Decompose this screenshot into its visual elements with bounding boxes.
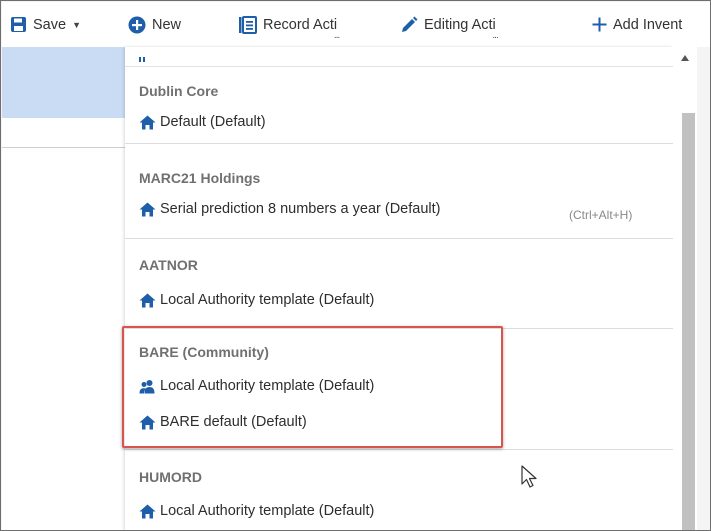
- group-title: Dublin Core: [139, 83, 219, 99]
- menu-item-label: Serial prediction 8 numbers a year (Defa…: [160, 201, 441, 217]
- menu-item-label: Local Authority template (Default): [160, 292, 375, 308]
- menu-group-bare-community: BARE (Community) Local Authority templat…: [125, 329, 673, 450]
- window-frame: Save ▼ New Record Acti... Editing Acti..…: [0, 0, 711, 531]
- scrollbar-thumb[interactable]: [682, 113, 695, 530]
- save-button[interactable]: Save ▼: [10, 10, 81, 40]
- home-icon: [139, 415, 156, 430]
- record-list-panel: [2, 47, 125, 530]
- new-label: New: [152, 16, 182, 33]
- home-icon: [139, 202, 156, 217]
- scroll-up-arrow-icon[interactable]: [681, 55, 689, 61]
- add-inventory-label: Add Invent: [613, 16, 683, 33]
- save-label: Save: [33, 16, 67, 33]
- menu-item-label: BARE default (Default): [160, 414, 307, 430]
- editing-actions-button[interactable]: Editing Acti...: [400, 10, 499, 41]
- record-actions-button[interactable]: Record Acti...: [238, 10, 340, 41]
- menu-group-humord: HUMORD Local Authority template (Default…: [125, 450, 673, 530]
- menu-item-bare-local-authority[interactable]: Local Authority template (Default): [139, 378, 374, 394]
- home-icon: [139, 57, 145, 62]
- menu-item-dublin-core-default[interactable]: Default (Default): [139, 114, 266, 130]
- new-button[interactable]: New: [128, 10, 181, 40]
- record-actions-label: Record Acti...: [263, 16, 340, 41]
- menu-group-marc21-holdings: MARC21 Holdings Serial prediction 8 numb…: [125, 144, 673, 239]
- new-template-dropdown: Dublin Core Default (Default) MARC21 Hol…: [125, 47, 673, 530]
- home-icon: [139, 504, 156, 519]
- menu-item-label: Local Authority template (Default): [160, 378, 375, 394]
- menu-item-bare-default[interactable]: BARE default (Default): [139, 414, 307, 430]
- chevron-down-icon[interactable]: ▼: [72, 20, 81, 30]
- menu-item-label: Default (Default): [160, 114, 266, 130]
- menu-item-serial-prediction[interactable]: Serial prediction 8 numbers a year (Defa…: [139, 201, 440, 217]
- divider: [2, 147, 125, 148]
- group-title: AATNOR: [139, 257, 198, 273]
- menu-group-dublin-core: Dublin Core Default (Default): [125, 67, 673, 144]
- keyboard-shortcut: (Ctrl+Alt+H): [569, 208, 633, 222]
- selected-record-row[interactable]: [2, 47, 125, 118]
- mouse-pointer-icon: [521, 465, 539, 494]
- add-inventory-button[interactable]: Add Invent: [592, 10, 682, 40]
- menu-group-aatnor: AATNOR Local Authority template (Default…: [125, 239, 673, 329]
- group-title: MARC21 Holdings: [139, 170, 261, 186]
- menu-item-humord-local-authority[interactable]: Local Authority template (Default): [139, 503, 374, 519]
- pencil-icon: [400, 16, 418, 34]
- plus-icon: [592, 17, 607, 32]
- community-icon: [139, 379, 156, 394]
- dropdown-scrollbar[interactable]: [673, 47, 697, 530]
- record-list-icon: [238, 15, 257, 34]
- editing-actions-label: Editing Acti...: [424, 16, 499, 41]
- plus-circle-icon: [128, 16, 146, 34]
- save-icon: [10, 16, 27, 33]
- menu-item-label: Local Authority template (Default): [160, 503, 375, 519]
- group-title: BARE (Community): [139, 344, 269, 360]
- list-item[interactable]: [125, 47, 673, 67]
- toolbar: Save ▼ New Record Acti... Editing Acti..…: [2, 2, 710, 47]
- group-title: HUMORD: [139, 469, 202, 485]
- home-icon: [139, 115, 156, 130]
- menu-item-aatnor-local-authority[interactable]: Local Authority template (Default): [139, 292, 374, 308]
- home-icon: [139, 293, 156, 308]
